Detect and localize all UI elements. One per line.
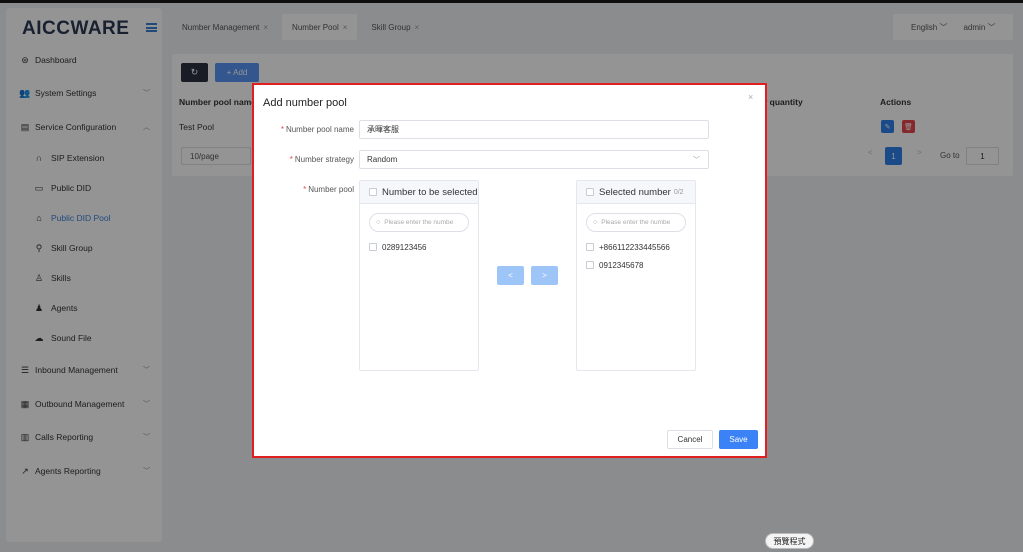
cancel-button[interactable]: Cancel xyxy=(667,430,713,449)
list-item[interactable]: 0912345678 xyxy=(577,256,695,274)
pool-name-value: 承暉客服 xyxy=(367,125,399,134)
strategy-select[interactable]: Random ﹀ xyxy=(359,150,709,169)
select-all-checkbox[interactable] xyxy=(369,188,377,196)
app-window: AICCWARE ⊛ Dashboard 👥 System Settings ﹀… xyxy=(0,0,1023,552)
source-search-input[interactable]: ○ Please enter the numbe xyxy=(369,213,469,232)
search-icon: ○ xyxy=(376,219,381,226)
move-right-button[interactable]: > xyxy=(531,266,558,285)
strategy-label: * Number strategy xyxy=(289,155,354,164)
list-item[interactable]: +866112233445566 xyxy=(577,238,695,256)
add-number-pool-dialog: Add number pool × * Number pool name 承暉客服… xyxy=(252,83,767,458)
pool-name-label: * Number pool name xyxy=(280,125,354,134)
chevron-down-icon: ﹀ xyxy=(693,156,700,164)
save-button[interactable]: Save xyxy=(719,430,758,449)
item-label: 0289123456 xyxy=(382,242,427,252)
source-panel-title: Number to be selected xyxy=(382,186,478,198)
move-left-button[interactable]: < xyxy=(497,266,524,285)
item-label: 0912345678 xyxy=(599,260,644,270)
pool-name-input[interactable]: 承暉客服 xyxy=(359,120,709,139)
source-transfer-panel: Number to be selected ○ Please enter the… xyxy=(359,180,479,371)
item-checkbox[interactable] xyxy=(586,261,594,269)
target-panel-header: Selected number 0/2 xyxy=(577,181,695,204)
search-placeholder: Please enter the numbe xyxy=(384,219,454,226)
dialog-title: Add number pool xyxy=(263,97,347,109)
list-item[interactable]: 0289123456 xyxy=(360,238,478,256)
search-placeholder: Please enter the numbe xyxy=(601,219,671,226)
item-label: +866112233445566 xyxy=(599,242,670,252)
number-pool-label: * Number pool xyxy=(303,185,354,194)
item-checkbox[interactable] xyxy=(586,243,594,251)
item-checkbox[interactable] xyxy=(369,243,377,251)
target-panel-title: Selected number xyxy=(599,186,671,198)
strategy-value: Random xyxy=(367,155,398,164)
close-icon[interactable]: × xyxy=(748,92,753,102)
select-all-checkbox[interactable] xyxy=(586,188,594,196)
target-transfer-panel: Selected number 0/2 ○ Please enter the n… xyxy=(576,180,696,371)
selected-count: 0/2 xyxy=(673,188,684,196)
source-panel-header: Number to be selected xyxy=(360,181,478,204)
target-search-input[interactable]: ○ Please enter the numbe xyxy=(586,213,686,232)
preview-tooltip: 預覽程式 xyxy=(765,533,814,549)
search-icon: ○ xyxy=(593,219,598,226)
